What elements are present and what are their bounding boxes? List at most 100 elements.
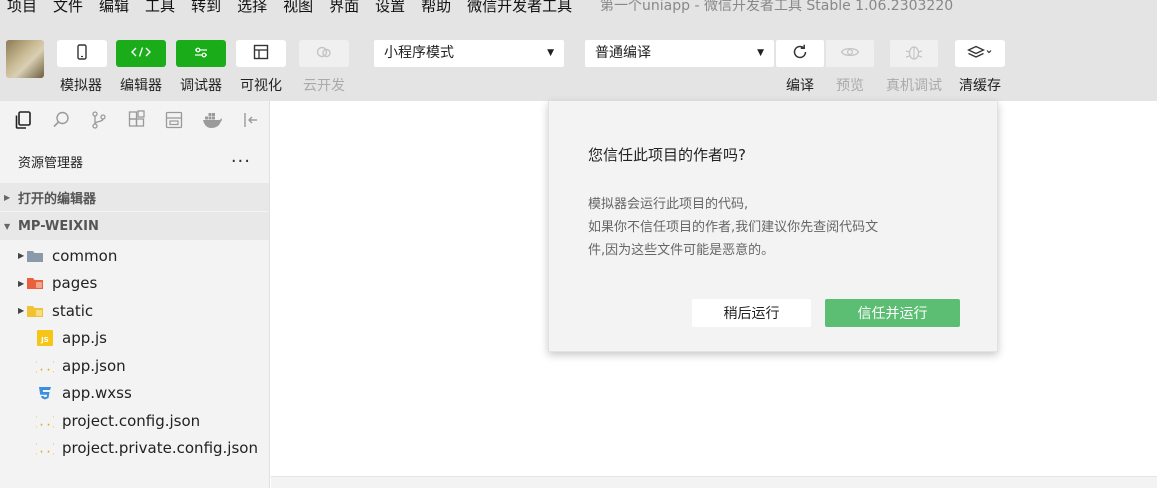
tree-item-app-wxss[interactable]: app.wxss (0, 380, 269, 408)
tree-item-common[interactable]: ▶ common (0, 242, 269, 270)
tree-item-label: app.json (62, 356, 126, 375)
visual-button[interactable] (236, 40, 286, 67)
dialog-message-line: 如果你不信任项目的作者,我们建议你先查阅代码文 (588, 220, 879, 235)
device-debug-button[interactable] (890, 40, 938, 67)
mode-select-value: 小程序模式 (384, 45, 454, 61)
toggle-icon (193, 46, 209, 61)
menu-devtools[interactable]: 微信开发者工具 (467, 0, 572, 16)
menu-select[interactable]: 选择 (237, 0, 267, 16)
simulator-button[interactable] (57, 40, 107, 67)
debugger-label: 调试器 (180, 78, 222, 94)
folder-icon (26, 248, 44, 264)
editor-button[interactable] (116, 40, 166, 67)
json-icon: {..} (36, 413, 54, 429)
compile-select-value: 普通编译 (595, 45, 651, 61)
tree-item-label: app.js (62, 329, 107, 348)
tree-item-label: static (52, 301, 94, 320)
css-icon (36, 385, 54, 401)
chevron-down-icon: ▼ (4, 221, 11, 231)
device-debug-label: 真机调试 (886, 78, 942, 94)
file-tree: ▶ common ▶ pages ▶ static JS app.js .. a… (0, 240, 269, 462)
json-icon: {..} (36, 358, 54, 374)
refresh-icon (791, 43, 809, 65)
layers-icon (966, 45, 993, 62)
menu-bar: 项目 文件 编辑 工具 转到 选择 视图 界面 设置 帮助 微信开发者工具 第一… (0, 0, 1157, 17)
compile-select[interactable]: 普通编译 ▼ (585, 40, 774, 67)
tree-item-app-js[interactable]: JS app.js (0, 325, 269, 353)
tree-item-app-json[interactable]: {..} app.json (0, 352, 269, 380)
menu-tools[interactable]: 工具 (145, 0, 175, 16)
json-icon: {..} (36, 440, 54, 456)
menu-interface[interactable]: 界面 (329, 0, 359, 16)
tree-item-label: project.config.json (62, 411, 201, 430)
simulator-label: 模拟器 (60, 78, 102, 94)
menu-settings[interactable]: 设置 (375, 0, 405, 16)
svg-text:JS: JS (40, 336, 49, 344)
trust-and-run-button[interactable]: 信任并运行 (825, 299, 960, 327)
search-icon[interactable] (42, 105, 80, 135)
docker-icon[interactable] (193, 105, 231, 135)
debugger-button[interactable] (176, 40, 226, 67)
open-editors-label: 打开的编辑器 (18, 191, 97, 207)
activity-bar (0, 101, 269, 139)
tree-item-static[interactable]: ▶ static (0, 297, 269, 325)
editor-label: 编辑器 (120, 78, 162, 94)
tree-item-label: project.private.config.json (62, 439, 258, 458)
cloud-icon (315, 45, 333, 62)
cloud-label: 云开发 (303, 78, 345, 94)
open-editors-section[interactable]: ▶ 打开的编辑器 (0, 183, 269, 211)
bug-icon (904, 43, 924, 65)
menu-help[interactable]: 帮助 (421, 0, 451, 16)
eye-icon (840, 44, 860, 63)
explorer-title: 资源管理器 (18, 155, 84, 171)
chevron-right-icon: ▶ (18, 278, 25, 288)
explorer-icon[interactable] (4, 105, 42, 135)
window-title: 第一个uniapp - 微信开发者工具 Stable 1.06.2303220 (600, 0, 954, 14)
svg-text:{..}: {..} (36, 359, 54, 373)
tree-item-label: pages (52, 274, 98, 293)
dialog-message-line: 模拟器会运行此项目的代码, (588, 197, 749, 212)
sidebar: 资源管理器 ··· ▶ 打开的编辑器 ▼ MP-WEIXIN ▶ common … (0, 101, 270, 488)
tree-item-project-private-config[interactable]: {..} project.private.config.json (0, 435, 269, 463)
tree-item-label: common (52, 246, 118, 265)
chevron-right-icon: ▶ (18, 306, 25, 316)
menu-file[interactable]: 文件 (53, 0, 83, 16)
svg-text:{..}: {..} (36, 414, 54, 428)
preview-button[interactable] (826, 40, 874, 67)
run-later-button[interactable]: 稍后运行 (692, 299, 811, 327)
js-icon: JS (36, 330, 54, 347)
tree-item-pages[interactable]: ▶ pages (0, 270, 269, 298)
dialog-title: 您信任此项目的作者吗? (588, 146, 746, 164)
compile-button[interactable] (776, 40, 824, 67)
source-control-icon[interactable] (80, 105, 118, 135)
menu-view[interactable]: 视图 (283, 0, 313, 16)
tree-item-label: app.wxss (62, 384, 132, 403)
menu-list: 项目 文件 编辑 工具 转到 选择 视图 界面 设置 帮助 微信开发者工具 (7, 0, 588, 16)
collapse-panel-icon[interactable] (231, 105, 269, 135)
avatar[interactable] (6, 40, 44, 78)
chevron-right-icon: ▶ (18, 251, 25, 261)
pages-folder-icon (26, 275, 44, 291)
svg-text:{..}: {..} (36, 442, 54, 456)
outline-icon[interactable] (155, 105, 193, 135)
menu-goto[interactable]: 转到 (191, 0, 221, 16)
static-folder-icon (26, 303, 44, 319)
extensions-icon[interactable] (118, 105, 156, 135)
project-section-label: MP-WEIXIN (18, 218, 99, 234)
mode-select[interactable]: 小程序模式 ▼ (374, 40, 564, 67)
explorer-header: 资源管理器 ··· (0, 139, 269, 183)
tree-item-project-config[interactable]: {..} project.config.json (0, 407, 269, 435)
preview-label: 预览 (836, 78, 864, 94)
project-section[interactable]: ▼ MP-WEIXIN (0, 212, 269, 240)
trust-dialog: 您信任此项目的作者吗? 模拟器会运行此项目的代码, 如果你不信任项目的作者,我们… (548, 101, 998, 352)
cloud-button[interactable] (299, 40, 349, 67)
toolbar: 模拟器 编辑器 调试器 可视化 云开发 小程序模式 ▼ 普通编译 ▼ 编译 预览… (0, 17, 1157, 101)
menu-project[interactable]: 项目 (7, 0, 37, 16)
caret-down-icon: ▼ (547, 48, 554, 58)
visual-label: 可视化 (240, 78, 282, 94)
more-icon[interactable]: ··· (231, 151, 251, 172)
clear-cache-button[interactable] (955, 40, 1005, 67)
phone-icon (76, 44, 88, 63)
caret-down-icon: ▼ (757, 48, 764, 58)
menu-edit[interactable]: 编辑 (99, 0, 129, 16)
